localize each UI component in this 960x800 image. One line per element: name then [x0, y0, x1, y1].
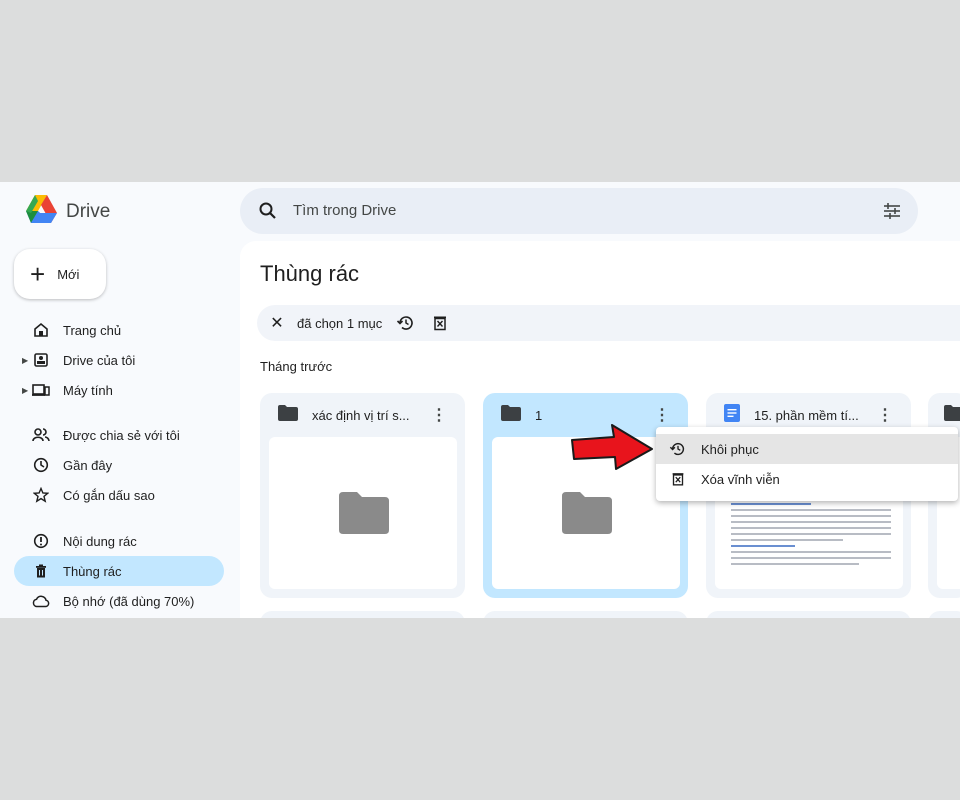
file-card[interactable]: [260, 611, 465, 618]
file-card[interactable]: [928, 611, 960, 618]
star-icon: [31, 485, 51, 505]
sidebar-item-label: Trang chủ: [63, 322, 122, 338]
search-bar[interactable]: Tìm trong Drive: [240, 188, 918, 234]
google-docs-icon: [724, 403, 740, 427]
sidebar-item-label: Nội dung rác: [63, 533, 137, 549]
annotation-arrow-icon: [570, 423, 654, 476]
sidebar-item-spam[interactable]: Nội dung rác: [14, 526, 224, 556]
file-card[interactable]: xác định vị trí s... ⋮: [260, 393, 465, 598]
file-name: xác định vị trí s...: [312, 407, 410, 423]
file-name: 15. phần mềm tí...: [754, 407, 859, 423]
drive-logo[interactable]: Drive: [24, 194, 110, 229]
page-title: Thùng rác: [260, 261, 360, 286]
cloud-icon: [31, 591, 51, 611]
file-thumbnail: [269, 437, 457, 589]
restore-icon: [668, 440, 688, 458]
file-card-header: xác định vị trí s... ⋮: [278, 404, 455, 426]
drive-logo-icon: [24, 194, 58, 229]
more-options-icon[interactable]: ⋮: [654, 405, 670, 425]
file-card[interactable]: [706, 611, 911, 618]
folder-icon: [339, 492, 389, 539]
menu-item-label: Xóa vĩnh viễn: [701, 471, 780, 487]
context-menu: Khôi phục Xóa vĩnh viễn: [656, 427, 958, 501]
section-heading: Tháng trước: [260, 359, 333, 374]
sidebar-item-label: Có gắn dấu sao: [63, 487, 155, 503]
sidebar-item-home[interactable]: Trang chủ: [14, 315, 224, 345]
more-options-icon[interactable]: ⋮: [877, 405, 893, 425]
menu-item-restore[interactable]: Khôi phục: [656, 434, 958, 464]
app-name: Drive: [66, 200, 111, 222]
sidebar-item-label: Drive của tôi: [63, 352, 136, 368]
home-icon: [31, 320, 51, 340]
selection-count: đã chọn 1 mục: [297, 315, 383, 331]
folder-icon: [278, 404, 298, 426]
sidebar-item-label: Thùng rác: [63, 563, 122, 579]
search-icon[interactable]: [258, 201, 278, 226]
sidebar-item-label: Được chia sẻ với tôi: [63, 427, 180, 443]
clock-icon: [31, 455, 51, 475]
folder-icon: [562, 492, 612, 539]
sidebar-item-starred[interactable]: Có gắn dấu sao: [14, 480, 224, 510]
new-button-label: Mới: [57, 266, 80, 282]
plus-icon: +: [30, 259, 46, 289]
new-button[interactable]: + Mới: [14, 249, 106, 299]
file-card-header: 15. phần mềm tí... ⋮: [724, 403, 901, 427]
sidebar-item-computers[interactable]: ▶ Máy tính: [14, 375, 224, 405]
file-card[interactable]: [483, 611, 688, 618]
sidebar-item-my-drive[interactable]: ▶ Drive của tôi: [14, 345, 224, 375]
file-card-header: [944, 404, 960, 426]
trash-icon: [31, 561, 51, 581]
file-card-header: 1 ⋮: [501, 404, 678, 426]
sidebar-item-trash[interactable]: Thùng rác: [14, 556, 224, 586]
selection-toolbar: ✕ đã chọn 1 mục: [257, 305, 960, 341]
delete-forever-icon[interactable]: [430, 313, 450, 333]
drive-app: Drive Tìm trong Drive + Mới Trang chủ ▶ …: [0, 182, 960, 618]
sidebar-item-storage[interactable]: Bộ nhớ (đã dùng 70%): [14, 586, 224, 616]
sidebar-item-label: Bộ nhớ (đã dùng 70%): [63, 593, 195, 609]
folder-icon: [501, 404, 521, 426]
file-name: 1: [535, 407, 543, 423]
expand-caret-icon[interactable]: ▶: [22, 356, 28, 365]
spam-icon: [31, 531, 51, 551]
my-drive-icon: [31, 350, 51, 370]
sidebar-item-shared[interactable]: Được chia sẻ với tôi: [14, 420, 224, 450]
expand-caret-icon[interactable]: ▶: [22, 386, 28, 395]
more-options-icon[interactable]: ⋮: [431, 405, 447, 425]
restore-icon[interactable]: [396, 313, 416, 333]
computers-icon: [31, 380, 51, 400]
sidebar-item-recent[interactable]: Gần đây: [14, 450, 224, 480]
tune-icon[interactable]: [882, 201, 902, 226]
shared-icon: [31, 425, 51, 445]
menu-item-label: Khôi phục: [701, 441, 759, 457]
folder-icon: [944, 404, 960, 426]
menu-item-delete-forever[interactable]: Xóa vĩnh viễn: [656, 464, 958, 494]
search-input[interactable]: Tìm trong Drive: [293, 202, 396, 219]
sidebar-item-label: Gần đây: [63, 457, 113, 473]
sidebar-item-label: Máy tính: [63, 382, 113, 398]
delete-forever-icon: [668, 470, 688, 488]
clear-selection-icon[interactable]: ✕: [267, 313, 287, 333]
